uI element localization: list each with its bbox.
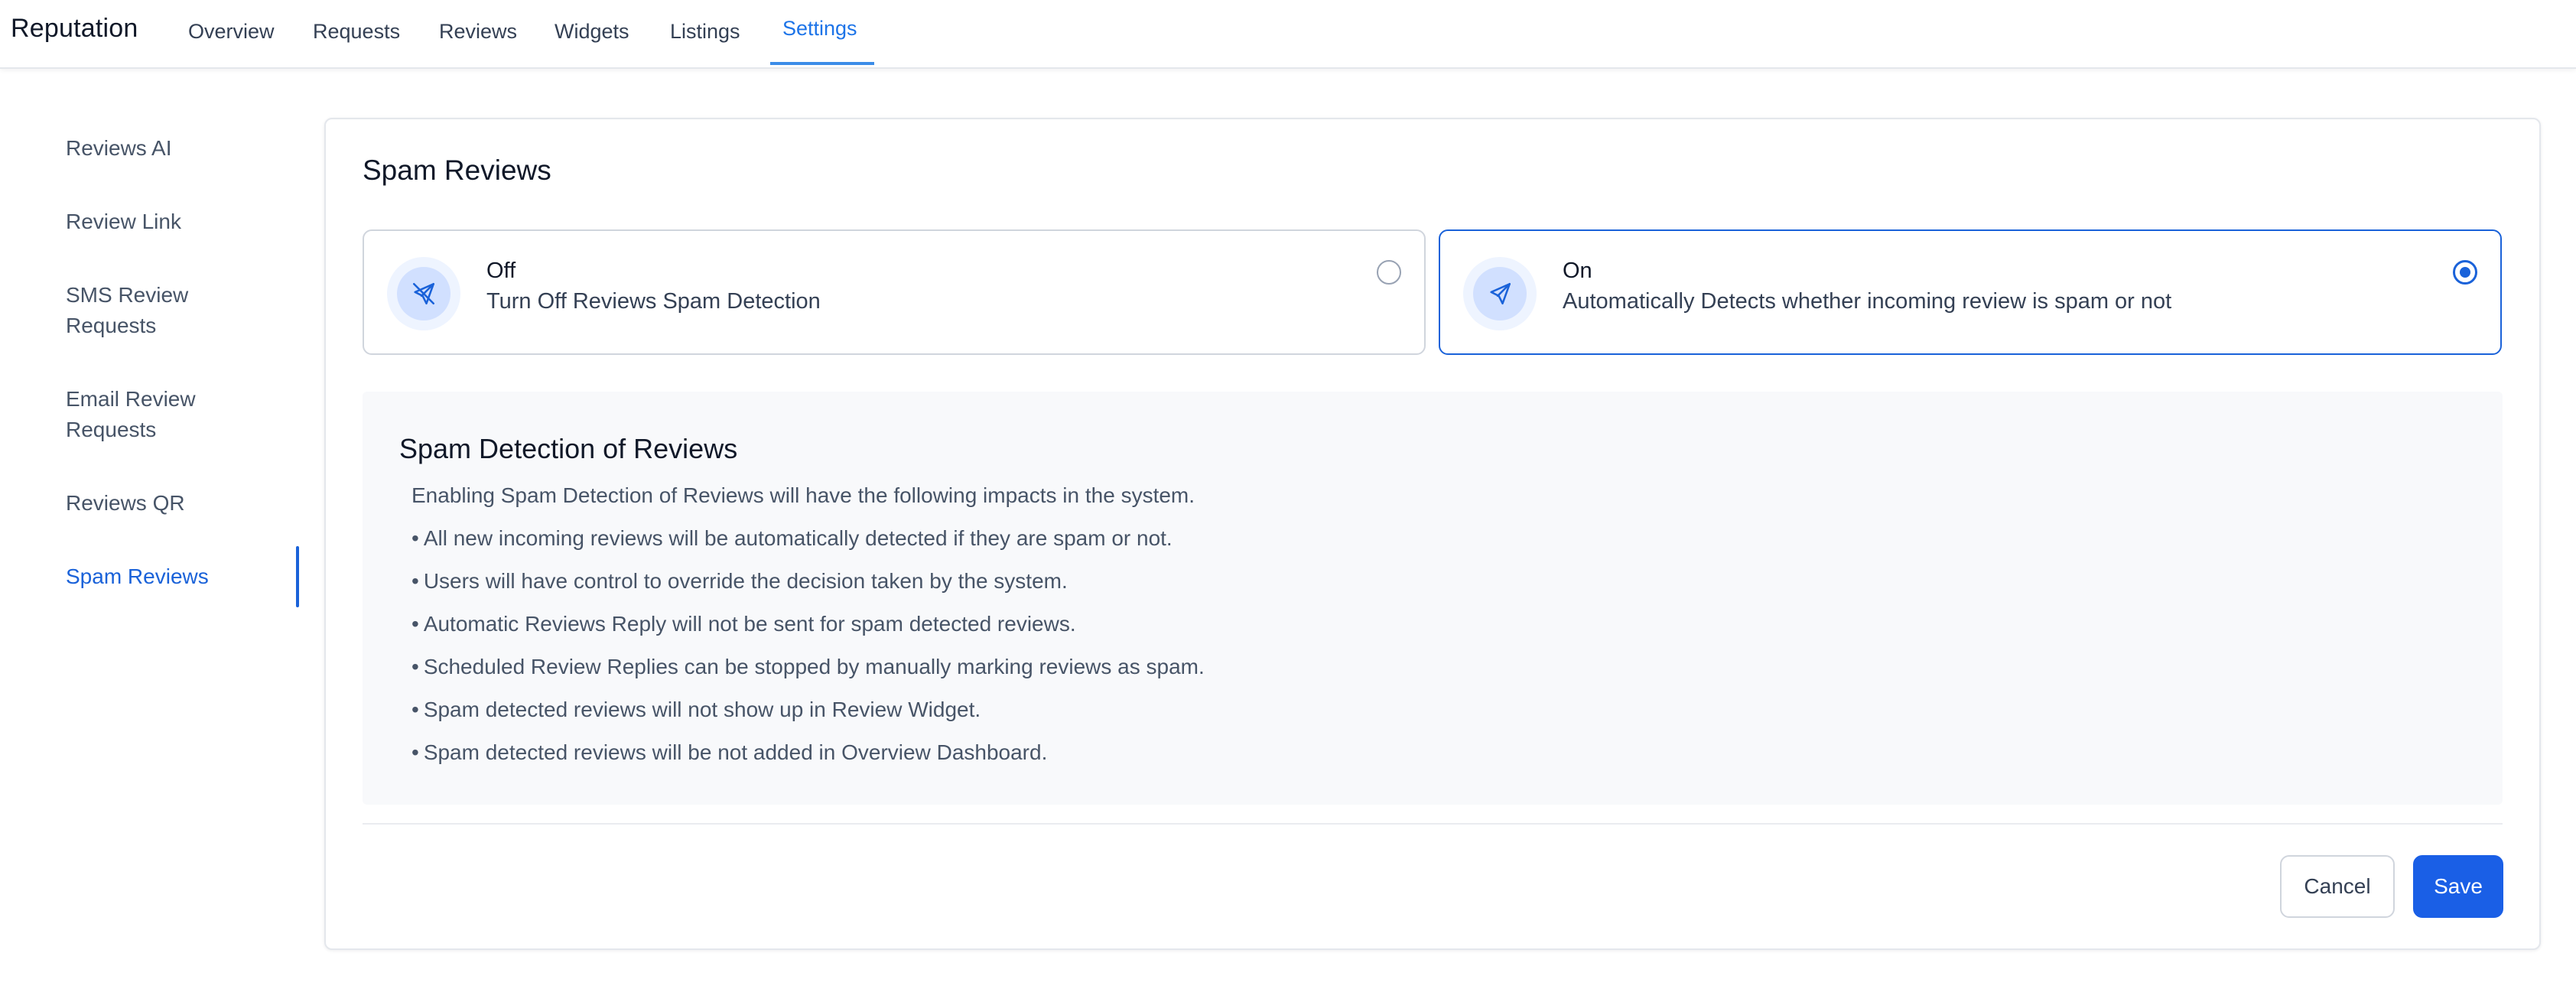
option-off-description: Turn Off Reviews Spam Detection bbox=[486, 289, 821, 314]
send-icon bbox=[1463, 257, 1537, 330]
page-title: Spam Reviews bbox=[363, 155, 551, 186]
info-intro: Enabling Spam Detection of Reviews will … bbox=[411, 483, 1195, 507]
info-bullet: • All new incoming reviews will be automa… bbox=[411, 526, 1173, 550]
info-bullet: • Users will have control to override the… bbox=[411, 569, 1068, 593]
top-navigation: Reputation Overview Requests Reviews Wid… bbox=[0, 0, 2576, 69]
sidebar-item-spam-reviews[interactable]: Spam Reviews bbox=[66, 561, 209, 592]
sidebar-item-reviews-qr[interactable]: Reviews QR bbox=[66, 488, 185, 519]
cancel-button[interactable]: Cancel bbox=[2280, 855, 2395, 918]
sidebar-item-review-link[interactable]: Review Link bbox=[66, 207, 181, 237]
info-title: Spam Detection of Reviews bbox=[399, 433, 738, 464]
option-on-label: On bbox=[1563, 259, 1592, 283]
tab-reviews[interactable]: Reviews bbox=[439, 20, 517, 69]
spam-detection-info-panel: Spam Detection of Reviews Enabling Spam … bbox=[363, 392, 2503, 805]
info-bullet: • Spam detected reviews will be not added… bbox=[411, 740, 1048, 764]
footer-divider bbox=[363, 823, 2503, 825]
sidebar-item-email-review-requests[interactable]: Email Review Requests bbox=[66, 384, 196, 445]
sidebar-item-sms-review-requests[interactable]: SMS Review Requests bbox=[66, 280, 188, 341]
radio-off[interactable] bbox=[1377, 260, 1401, 285]
info-bullet: • Scheduled Review Replies can be stopped… bbox=[411, 655, 1205, 678]
tab-settings[interactable]: Settings bbox=[782, 17, 857, 66]
info-bullet: • Automatic Reviews Reply will not be sen… bbox=[411, 612, 1076, 636]
option-on-description: Automatically Detects whether incoming r… bbox=[1563, 289, 2172, 314]
tab-requests[interactable]: Requests bbox=[313, 20, 400, 69]
tab-widgets[interactable]: Widgets bbox=[555, 20, 629, 69]
option-off-label: Off bbox=[486, 259, 516, 283]
app-title: Reputation bbox=[11, 14, 138, 43]
radio-on[interactable] bbox=[2453, 260, 2477, 285]
save-button[interactable]: Save bbox=[2413, 855, 2503, 918]
send-off-icon bbox=[387, 257, 460, 330]
sidebar-active-indicator bbox=[296, 546, 299, 607]
option-off[interactable]: Off Turn Off Reviews Spam Detection bbox=[363, 229, 1426, 355]
sidebar-item-reviews-ai[interactable]: Reviews AI bbox=[66, 133, 172, 164]
tab-listings[interactable]: Listings bbox=[670, 20, 740, 69]
active-tab-indicator bbox=[770, 62, 874, 65]
option-on[interactable]: On Automatically Detects whether incomin… bbox=[1439, 229, 2502, 355]
info-bullet: • Spam detected reviews will not show up … bbox=[411, 698, 981, 721]
tab-overview[interactable]: Overview bbox=[188, 20, 275, 69]
